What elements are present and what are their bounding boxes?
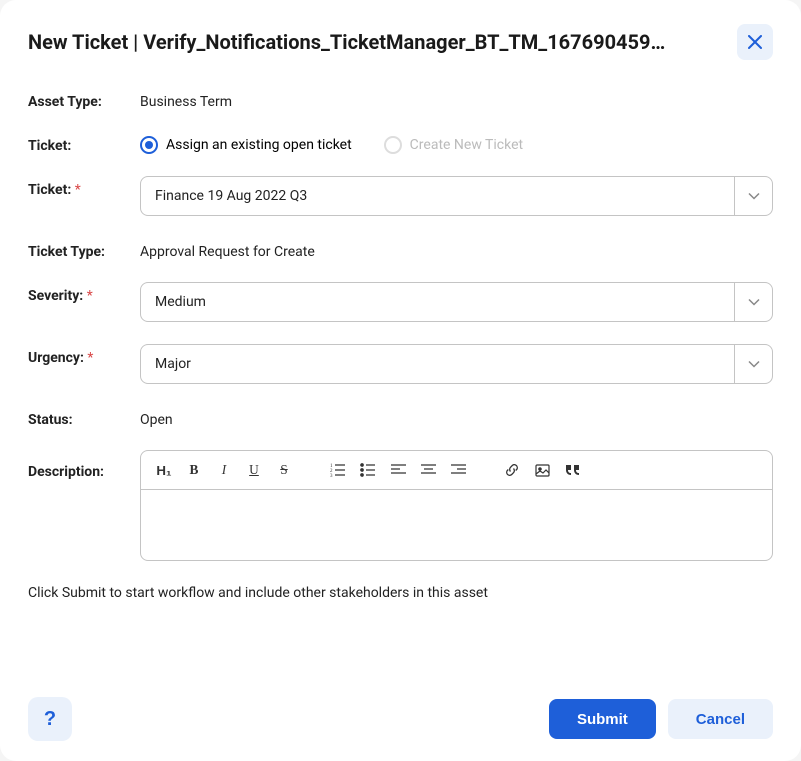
row-status: Status: Open: [28, 406, 773, 428]
unordered-list-icon: [360, 463, 376, 477]
toolbar-ordered-list-button[interactable]: 123: [325, 457, 351, 483]
link-icon: [504, 462, 520, 478]
row-description: Description: H₁ B I U S 123: [28, 450, 773, 561]
label-ticket-select: Ticket: *: [28, 176, 140, 198]
ticket-mode-radio-group: Assign an existing open ticket Create Ne…: [140, 132, 773, 154]
editor-toolbar: H₁ B I U S 123: [141, 451, 772, 490]
chevron-down-icon: [734, 177, 772, 215]
hint-text: Click Submit to start workflow and inclu…: [28, 585, 773, 601]
toolbar-image-button[interactable]: [529, 457, 555, 483]
radio-label: Assign an existing open ticket: [166, 137, 352, 153]
ordered-list-icon: 123: [330, 463, 346, 477]
submit-button[interactable]: Submit: [549, 699, 656, 739]
value-status: Open: [140, 406, 773, 428]
label-status: Status:: [28, 406, 140, 428]
quote-icon: [565, 464, 580, 476]
row-ticket-type: Ticket Type: Approval Request for Create: [28, 238, 773, 260]
footer-actions: Submit Cancel: [549, 699, 773, 739]
close-icon: [748, 35, 762, 49]
modal-title: New Ticket | Verify_Notifications_Ticket…: [28, 30, 737, 54]
toolbar-unordered-list-button[interactable]: [355, 457, 381, 483]
align-left-icon: [391, 464, 406, 476]
chevron-down-icon: [734, 345, 772, 383]
label-description: Description:: [28, 450, 140, 480]
label-urgency: Urgency: *: [28, 344, 140, 366]
label-asset-type: Asset Type:: [28, 88, 140, 110]
help-button[interactable]: ?: [28, 697, 72, 741]
select-value: Medium: [141, 283, 734, 321]
align-center-icon: [421, 464, 436, 476]
label-severity: Severity: *: [28, 282, 140, 304]
modal-header: New Ticket | Verify_Notifications_Ticket…: [28, 24, 773, 60]
toolbar-align-left-button[interactable]: [385, 457, 411, 483]
close-button[interactable]: [737, 24, 773, 60]
select-value: Finance 19 Aug 2022 Q3: [141, 177, 734, 215]
select-value: Major: [141, 345, 734, 383]
toolbar-strike-button[interactable]: S: [271, 457, 297, 483]
toolbar-heading-button[interactable]: H₁: [151, 457, 177, 483]
toolbar-bold-button[interactable]: B: [181, 457, 207, 483]
new-ticket-modal: New Ticket | Verify_Notifications_Ticket…: [0, 0, 801, 761]
row-severity: Severity: * Medium: [28, 282, 773, 322]
cancel-button[interactable]: Cancel: [668, 699, 773, 739]
value-ticket-type: Approval Request for Create: [140, 238, 773, 260]
description-textarea[interactable]: [141, 490, 772, 560]
row-ticket-select: Ticket: * Finance 19 Aug 2022 Q3: [28, 176, 773, 216]
toolbar-align-center-button[interactable]: [415, 457, 441, 483]
radio-create-new: Create New Ticket: [384, 136, 523, 154]
row-ticket-mode: Ticket: Assign an existing open ticket C…: [28, 132, 773, 154]
description-editor: H₁ B I U S 123: [140, 450, 773, 561]
form-body: Asset Type: Business Term Ticket: Assign…: [28, 88, 773, 677]
severity-select[interactable]: Medium: [140, 282, 773, 322]
svg-text:3: 3: [330, 474, 333, 477]
toolbar-underline-button[interactable]: U: [241, 457, 267, 483]
label-ticket-type: Ticket Type:: [28, 238, 140, 260]
toolbar-italic-button[interactable]: I: [211, 457, 237, 483]
modal-footer: ? Submit Cancel: [28, 697, 773, 741]
ticket-select[interactable]: Finance 19 Aug 2022 Q3: [140, 176, 773, 216]
radio-icon: [140, 136, 158, 154]
label-ticket-mode: Ticket:: [28, 132, 140, 154]
toolbar-link-button[interactable]: [499, 457, 525, 483]
image-icon: [535, 464, 550, 477]
chevron-down-icon: [734, 283, 772, 321]
row-urgency: Urgency: * Major: [28, 344, 773, 384]
urgency-select[interactable]: Major: [140, 344, 773, 384]
toolbar-align-right-button[interactable]: [445, 457, 471, 483]
toolbar-quote-button[interactable]: [559, 457, 585, 483]
radio-label: Create New Ticket: [410, 137, 523, 153]
value-asset-type: Business Term: [140, 88, 773, 110]
align-right-icon: [451, 464, 466, 476]
radio-icon: [384, 136, 402, 154]
radio-assign-existing[interactable]: Assign an existing open ticket: [140, 136, 352, 154]
row-asset-type: Asset Type: Business Term: [28, 88, 773, 110]
